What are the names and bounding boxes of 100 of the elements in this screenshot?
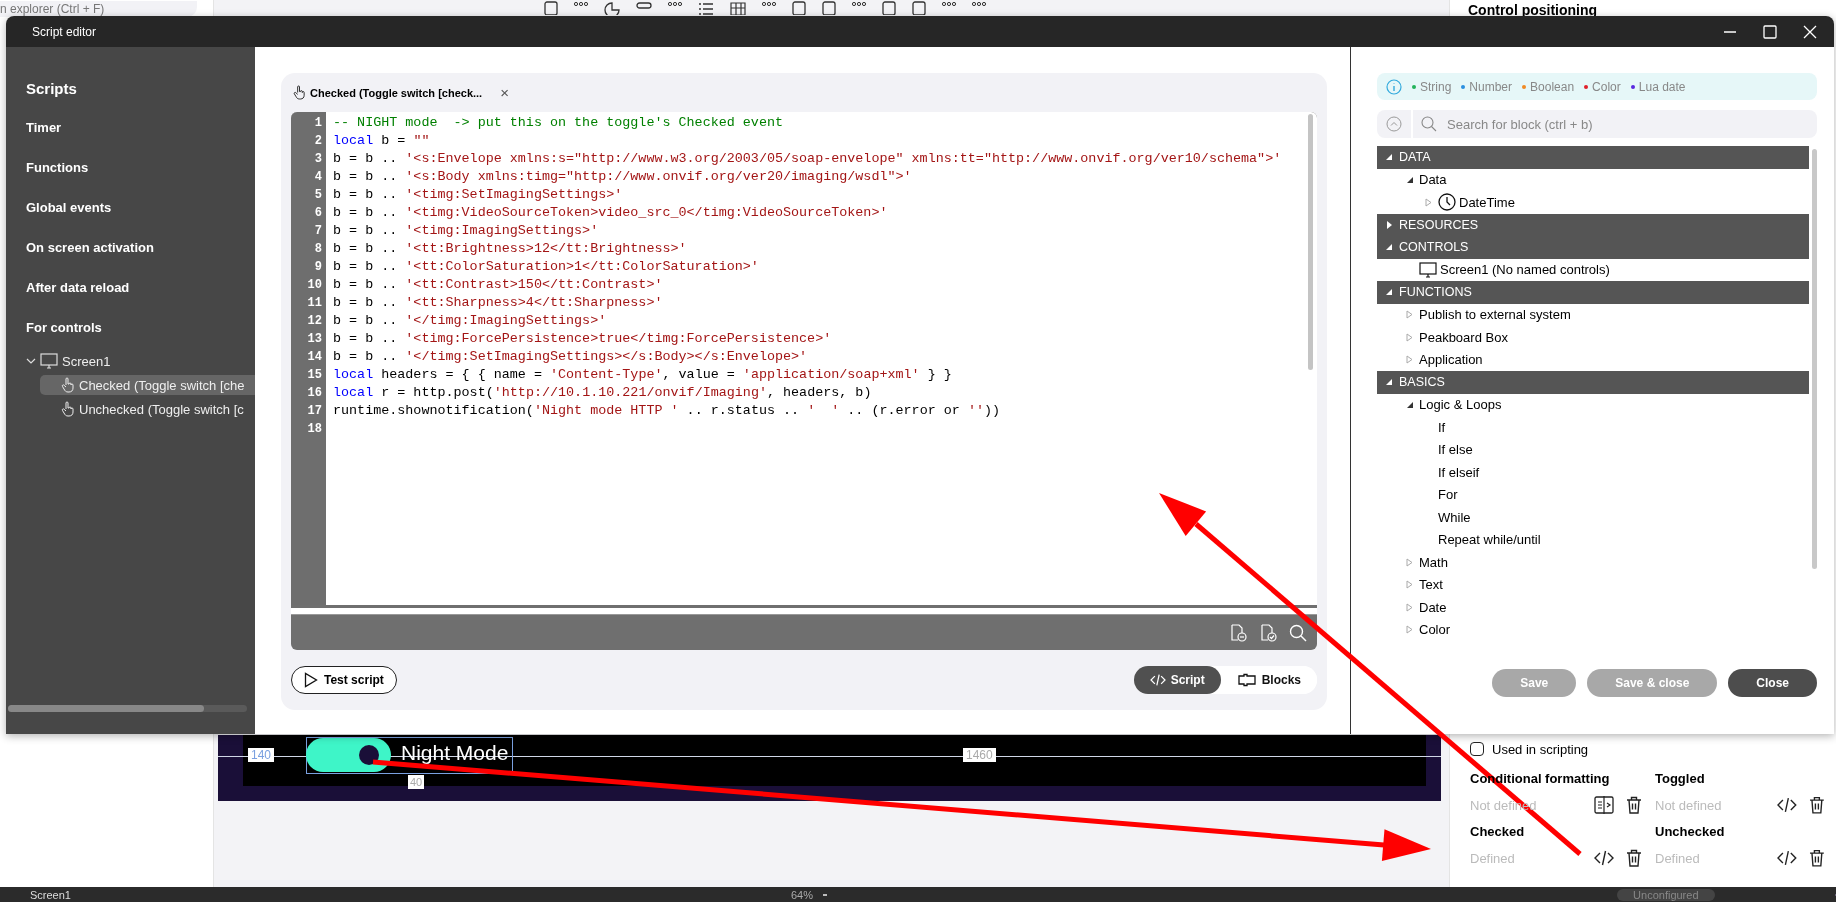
window-title: Script editor — [32, 24, 97, 39]
trash-icon[interactable] — [1626, 796, 1642, 814]
tree-item[interactable]: For — [1438, 487, 1458, 503]
code-line: b = b .. '<timg:ForcePersistence>true</timg:ForcePersistence>' — [333, 331, 832, 346]
sidebar-item[interactable]: Timer — [26, 120, 255, 138]
info-icon — [1386, 78, 1402, 95]
search-icon[interactable] — [1289, 623, 1307, 642]
tab-close[interactable]: × — [500, 84, 509, 101]
trash-icon[interactable] — [1809, 796, 1825, 814]
tree-item[interactable]: Logic & Loops — [1419, 397, 1502, 413]
tree-item[interactable]: If elseif — [1438, 464, 1480, 480]
code-line: b = b .. '<timg:ImagingSettings>' — [333, 223, 599, 238]
tree-item[interactable]: Publish to external system — [1419, 307, 1571, 323]
formatting-icon[interactable] — [1594, 796, 1614, 814]
tree-item[interactable]: If — [1438, 419, 1446, 435]
file-check-icon[interactable] — [1259, 623, 1277, 642]
tree-item[interactable]: Peakboard Box — [1419, 329, 1508, 345]
more-icon[interactable] — [762, 1, 776, 7]
tree-item[interactable]: Data — [1419, 172, 1447, 188]
tree-item[interactable]: Math — [1419, 554, 1448, 570]
more-icon[interactable] — [942, 1, 956, 7]
trash-icon[interactable] — [1809, 849, 1825, 867]
offset-label: 1460 — [963, 748, 996, 762]
code-line: b = b .. '</timg:SetImagingSettings></s:Body></s:Envelope>' — [333, 349, 808, 364]
play-icon — [304, 672, 318, 688]
list-icon[interactable] — [698, 1, 714, 15]
tree-item[interactable]: Application — [1419, 352, 1483, 368]
view-tab[interactable]: Script — [1133, 666, 1221, 694]
code-line: b = b .. '<tt:Brightness>12</tt:Brightness>' — [333, 241, 687, 256]
sidebar-item[interactable]: After data reload — [26, 280, 255, 298]
category-header[interactable]: CONTROLS — [1377, 236, 1809, 259]
checkbox[interactable] — [1470, 742, 1484, 756]
status-pill: Unconfigured — [1617, 888, 1715, 901]
sidebar-item[interactable]: Global events — [26, 200, 255, 218]
more-icon[interactable] — [668, 1, 682, 7]
test-script-button[interactable]: Test script — [291, 666, 397, 694]
sidebar-item[interactable]: On screen activation — [26, 240, 255, 258]
maximize-icon[interactable] — [1763, 24, 1777, 39]
type-label: Lua date — [1638, 79, 1686, 94]
chevron-up-icon — [1386, 116, 1402, 132]
category-header[interactable]: RESOURCES — [1377, 213, 1809, 236]
line-number: 15 — [306, 367, 323, 384]
code-icon[interactable] — [1777, 796, 1798, 814]
height-label: 40 — [408, 775, 425, 789]
event-item[interactable]: Unchecked (Toggle switch [c — [40, 399, 255, 419]
line-number: 12 — [306, 313, 323, 330]
category-header[interactable]: BASICS — [1377, 371, 1809, 394]
search-field[interactable]: Search for block (ctrl + b) — [1413, 110, 1817, 138]
trash-icon[interactable] — [1626, 849, 1642, 867]
sidebar-heading: Scripts — [26, 80, 78, 98]
screen-selector[interactable]: Screen1 — [30, 888, 71, 901]
expanded-triangle-icon[interactable] — [1406, 175, 1414, 184]
code-line: local r = http.post('http://10.1.10.221/onvif/Imaging', headers, b) — [333, 385, 872, 400]
expanded-triangle-icon[interactable] — [1406, 400, 1414, 409]
pie-chart-icon[interactable] — [604, 1, 620, 15]
search-field[interactable]: n explorer (Ctrl + F) — [0, 1, 197, 17]
close-icon[interactable] — [1803, 24, 1817, 39]
line-number: 7 — [313, 223, 323, 240]
line-number: 13 — [306, 331, 323, 348]
category-header[interactable]: DATA — [1377, 146, 1809, 169]
code-line: b = b .. '<tt:ColorSaturation>1</tt:ColorSaturation>' — [333, 259, 759, 274]
sidebar-item[interactable]: For controls — [26, 320, 255, 338]
tree-item[interactable]: Color — [1419, 622, 1451, 638]
type-label: Number — [1469, 79, 1513, 94]
category-header[interactable]: FUNCTIONS — [1377, 281, 1809, 304]
code-icon[interactable] — [1594, 849, 1614, 867]
tree-item[interactable]: While — [1438, 509, 1471, 525]
slider-icon[interactable] — [636, 1, 652, 9]
line-number: 1 — [313, 115, 323, 132]
scrollbar[interactable] — [1812, 149, 1817, 569]
code-icon — [1149, 673, 1166, 687]
line-number: 16 — [306, 385, 323, 402]
event-item[interactable]: Checked (Toggle switch [che — [40, 375, 255, 395]
tree-item[interactable]: Text — [1419, 577, 1443, 593]
tree-item[interactable]: Date — [1419, 599, 1447, 615]
code-icon[interactable] — [1777, 849, 1798, 867]
hand-icon — [293, 85, 306, 100]
more-icon[interactable] — [574, 1, 588, 7]
more-icon[interactable] — [852, 1, 866, 7]
tree-item[interactable]: Repeat while/until — [1438, 532, 1541, 548]
code-line: b = b .. '<timg:SetImagingSettings>' — [333, 187, 623, 202]
scrollbar[interactable] — [8, 705, 247, 712]
line-number: 14 — [306, 349, 323, 366]
file-minus-icon[interactable] — [1229, 623, 1247, 642]
type-label: Boolean — [1530, 79, 1575, 94]
chevron-icon[interactable] — [26, 357, 36, 365]
table-icon[interactable] — [730, 1, 746, 15]
editor-tab[interactable]: Checked (Toggle switch [check... — [310, 86, 483, 99]
tree-item[interactable]: DateTime — [1459, 194, 1515, 210]
tree-item[interactable]: If else — [1438, 442, 1473, 458]
scrollbar[interactable] — [291, 605, 1317, 615]
sidebar-item[interactable]: Functions — [26, 160, 255, 178]
tree-item[interactable]: Screen1 — [62, 353, 111, 369]
event-status: Defined — [1655, 850, 1701, 866]
dialog-button[interactable]: Close — [1728, 669, 1817, 697]
clock-icon — [1438, 193, 1456, 212]
more-icon[interactable] — [972, 1, 986, 7]
tree-item[interactable]: Screen1 (No named controls) — [1440, 262, 1610, 278]
scrollbar[interactable] — [1308, 114, 1313, 370]
event-label: Unchecked — [1655, 824, 1726, 839]
